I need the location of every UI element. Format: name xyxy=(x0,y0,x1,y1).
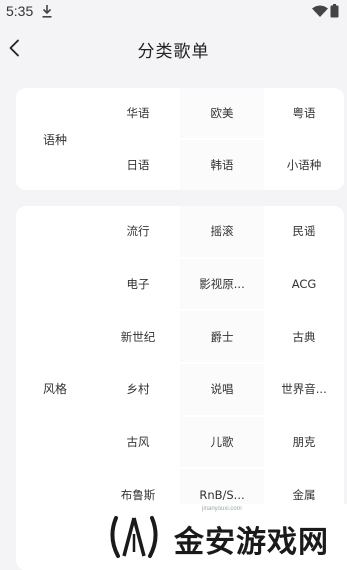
language-chip[interactable]: 华语 xyxy=(96,88,180,138)
style-chip[interactable]: 乡村 xyxy=(96,364,180,415)
language-chip[interactable]: 小语种 xyxy=(264,140,344,190)
style-chip[interactable]: 说唱 xyxy=(180,364,264,415)
language-chip[interactable]: 粤语 xyxy=(264,88,344,138)
style-chip[interactable]: 民谣 xyxy=(264,206,344,257)
style-chip[interactable]: 爵士 xyxy=(180,311,264,363)
language-grid: 华语 欧美 粤语 日语 韩语 小语种 xyxy=(96,88,344,190)
watermark-logo-icon xyxy=(110,516,158,558)
style-chip[interactable]: 电子 xyxy=(96,259,180,310)
header: 分类歌单 xyxy=(0,26,347,70)
style-chip[interactable]: 新世纪 xyxy=(96,311,180,362)
page-title: 分类歌单 xyxy=(137,42,210,62)
battery-icon xyxy=(330,4,339,18)
language-card: 语种 华语 欧美 粤语 日语 韩语 小语种 xyxy=(16,88,344,190)
style-chip[interactable]: 儿歌 xyxy=(180,416,264,468)
language-chip[interactable]: 韩语 xyxy=(180,140,264,190)
style-chip[interactable]: 世界音... xyxy=(264,364,344,415)
style-chip[interactable]: 古风 xyxy=(96,417,180,468)
style-chip[interactable]: 摇滚 xyxy=(180,206,264,257)
download-icon xyxy=(42,5,52,18)
language-chip[interactable]: 欧美 xyxy=(180,88,264,138)
style-chip[interactable]: 古典 xyxy=(264,311,344,362)
style-label: 风格 xyxy=(42,381,67,396)
status-time: 5:35 xyxy=(6,3,34,19)
style-chip[interactable]: 影视原... xyxy=(180,258,264,310)
style-chip[interactable]: 流行 xyxy=(96,206,180,257)
watermark-url: jinanyouxi.com xyxy=(202,506,242,512)
watermark-text: 金安游戏网 xyxy=(174,525,329,560)
language-chip[interactable]: 日语 xyxy=(96,140,180,190)
language-label: 语种 xyxy=(42,132,67,147)
style-chip[interactable]: ACG xyxy=(264,259,344,310)
style-chip[interactable]: 朋克 xyxy=(264,417,344,468)
wifi-icon xyxy=(312,5,328,17)
watermark: jinanyouxi.com 金安游戏网 xyxy=(96,504,347,570)
status-bar: 5:35 xyxy=(0,0,347,26)
